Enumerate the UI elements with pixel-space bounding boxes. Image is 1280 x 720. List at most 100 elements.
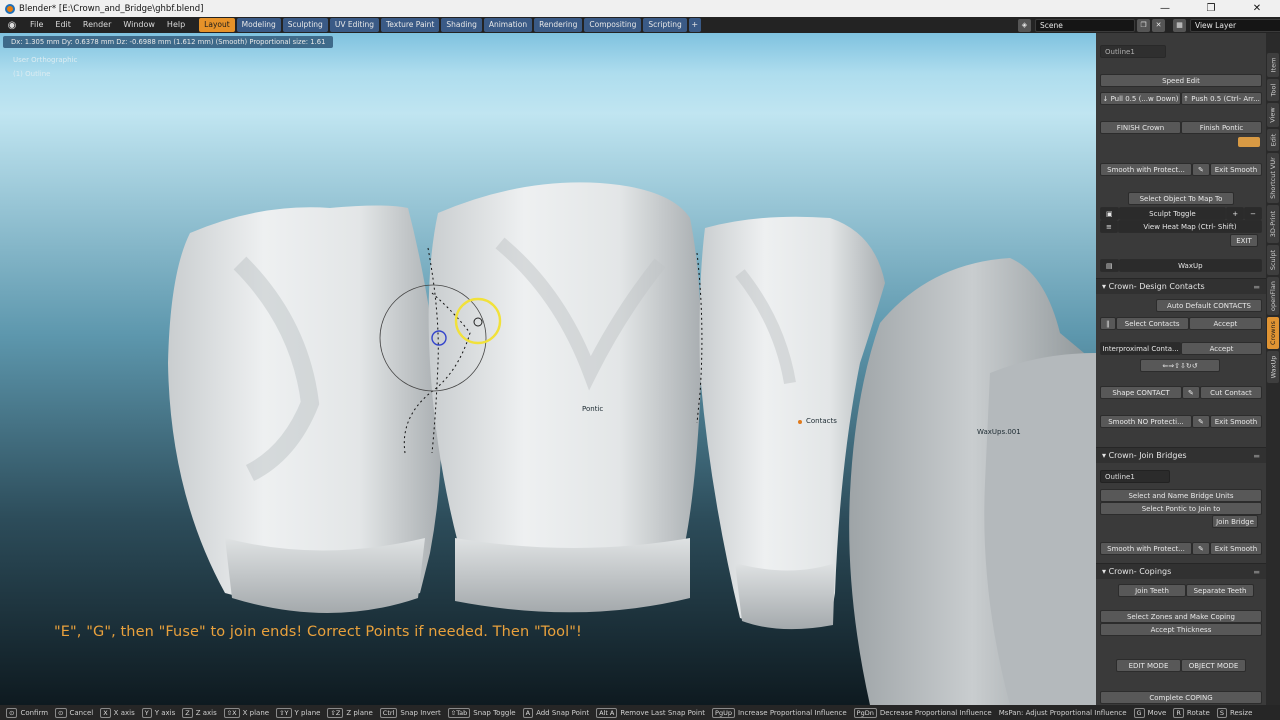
speed-edit-button[interactable]: Speed Edit [1100,74,1262,87]
join-bridges-header[interactable]: ▾ Crown- Join Bridges ▬ [1096,447,1266,463]
waxup-icon: ▤ [1100,259,1119,272]
select-name-row: Select and Name Bridge Units [1100,489,1262,502]
copy-scene-icon[interactable]: ❐ [1137,18,1150,32]
tab-layout[interactable]: Layout [199,18,235,32]
shape-contact-button[interactable]: Shape CONTACT [1100,386,1182,399]
arrow-tool-icons[interactable]: ⇐⇒⇧⇩↻↺ [1140,359,1220,372]
drag-handle-icon-2[interactable]: ▬ [1253,448,1260,464]
select-contacts-button[interactable]: Select Contacts [1115,317,1189,330]
pontic-label: Pontic [582,405,604,413]
status-y-axis: YY axis [141,707,175,718]
copings-title: Crown- Copings [1108,567,1172,576]
exit-row: EXIT [1230,234,1258,247]
join-teeth-button[interactable]: Join Teeth [1118,584,1186,597]
drag-handle-icon[interactable]: ▬ [1253,279,1260,295]
sculpt-toggle-row: ▣ Sculpt Toggle + − [1100,207,1262,220]
status-resize: S Resize [1216,707,1252,718]
pin-icons[interactable] [1238,137,1260,147]
tab-tool[interactable]: Tool [1267,79,1279,101]
window-title: Blender* [E:\Crown_and_Bridge\ghbf.blend… [19,3,204,14]
separate-teeth-button[interactable]: Separate Teeth [1186,584,1254,597]
tab-rendering[interactable]: Rendering [534,18,583,32]
edit-mode-button[interactable]: EDIT MODE [1116,659,1181,672]
tab-texture-paint[interactable]: Texture Paint [380,18,440,32]
tutorial-caption: "E", "G", then "Fuse" to join ends! Corr… [54,624,582,640]
waxup-field[interactable]: WaxUp [1118,259,1262,272]
minimize-icon[interactable]: — [1142,0,1188,17]
select-map-button[interactable]: Select Object To Map To [1128,192,1234,205]
view-layer-icon[interactable]: ▦ [1173,18,1186,32]
interproximal-field[interactable]: Interproximal Conta... [1100,342,1181,355]
finish-pontic-button[interactable]: Finish Pontic [1181,121,1262,134]
smooth-protect-button-2[interactable]: Smooth with Protect... [1100,542,1192,555]
object-mode-button[interactable]: OBJECT MODE [1181,659,1246,672]
tab-view[interactable]: View [1267,103,1279,127]
menu-window[interactable]: Window [117,17,161,33]
status-snap-invert: Ctrl Snap Invert [379,707,441,718]
outline-field[interactable]: Outline1 [1100,470,1170,483]
blender-menu-icon[interactable]: ◉ [0,17,24,33]
top-outline-field[interactable]: Outline1 [1100,45,1166,58]
complete-coping-button[interactable]: Complete COPING [1100,691,1262,704]
exit-smooth-button[interactable]: Exit Smooth [1209,163,1262,176]
tab-animation[interactable]: Animation [483,18,533,32]
exit-button[interactable]: EXIT [1230,234,1258,247]
exit-smooth-button-3[interactable]: Exit Smooth [1209,542,1262,555]
scene-icon[interactable]: ◈ [1018,18,1031,32]
accept-contacts-button[interactable]: Accept [1188,317,1262,330]
menu-render[interactable]: Render [77,17,117,33]
tab-edit[interactable]: Edit [1267,129,1279,151]
tab-item[interactable]: Item [1267,53,1279,77]
finish-crown-button[interactable]: FINISH Crown [1100,121,1181,134]
tab-shortcut[interactable]: Shortcut VUr [1267,153,1279,203]
delete-scene-icon[interactable]: ✕ [1152,18,1165,32]
tab-modeling[interactable]: Modeling [236,18,281,32]
tab-shading[interactable]: Shading [441,18,482,32]
drag-handle-icon-3[interactable]: ▬ [1253,564,1260,580]
select-name-bridge-button[interactable]: Select and Name Bridge Units [1100,489,1262,502]
tab-waxup[interactable]: WaxUp [1267,351,1279,383]
auto-default-button[interactable]: Auto Default CONTACTS [1156,299,1262,312]
brush-icon[interactable]: ✎ [1192,163,1210,176]
tab-uv-editing[interactable]: UV Editing [329,18,379,32]
maximize-icon[interactable]: ❐ [1188,0,1234,17]
brush-icon-4[interactable]: ✎ [1192,542,1210,555]
smooth-protect-button[interactable]: Smooth with Protect... [1100,163,1192,176]
smooth-no-protect-button[interactable]: Smooth NO Protecti... [1100,415,1192,428]
pause-icon[interactable]: ∥ [1100,317,1116,330]
view-name: User Orthographic [13,56,78,64]
cut-contact-button[interactable]: Cut Contact [1199,386,1262,399]
tab-sculpt[interactable]: Sculpt [1267,245,1279,275]
menu-file[interactable]: File [24,17,49,33]
select-zones-button[interactable]: Select Zones and Make Coping [1100,610,1262,623]
push-button[interactable]: ↑ Push 0.5 (Ctrl- Arr... [1181,92,1262,105]
select-contacts-row: ∥ Select Contacts Accept [1100,317,1262,330]
join-bridge-button[interactable]: Join Bridge [1212,515,1258,528]
pull-button[interactable]: ↓ Pull 0.5 (...w Down) [1100,92,1181,105]
tab-openflan[interactable]: openFlan [1267,277,1279,315]
heat-map-button[interactable]: View Heat Map (Ctrl- Shift) [1117,220,1262,233]
menu-help[interactable]: Help [161,17,191,33]
accept-interproximal-button[interactable]: Accept [1181,342,1262,355]
remove-icon[interactable]: − [1244,207,1262,220]
design-contacts-header[interactable]: ▾ Crown- Design Contacts ▬ [1096,278,1266,294]
add-icon[interactable]: + [1226,207,1245,220]
view-layer-field[interactable]: View Layer [1190,18,1280,32]
brush-icon-3[interactable]: ✎ [1192,415,1210,428]
tab-compositing[interactable]: Compositing [584,18,642,32]
add-workspace-button[interactable]: + [688,18,701,32]
brush-icon-2[interactable]: ✎ [1182,386,1200,399]
sculpt-toggle-button[interactable]: Sculpt Toggle [1118,207,1227,220]
3d-viewport[interactable]: Dx: 1.305 mm Dy: 0.6378 mm Dz: -0.6988 m… [0,33,1096,705]
scene-field[interactable]: Scene [1035,18,1135,32]
tab-3d-print[interactable]: 3D-Print [1267,205,1279,243]
accept-thickness-button[interactable]: Accept Thickness [1100,623,1262,636]
tab-scripting[interactable]: Scripting [643,18,687,32]
close-icon[interactable]: ✕ [1234,0,1280,17]
exit-smooth-button-2[interactable]: Exit Smooth [1209,415,1262,428]
tab-crowns[interactable]: Crowns [1267,317,1279,349]
menu-edit[interactable]: Edit [49,17,77,33]
tab-sculpting[interactable]: Sculpting [282,18,328,32]
select-pontic-button[interactable]: Select Pontic to Join to [1100,502,1262,515]
copings-header[interactable]: ▾ Crown- Copings ▬ [1096,563,1266,579]
